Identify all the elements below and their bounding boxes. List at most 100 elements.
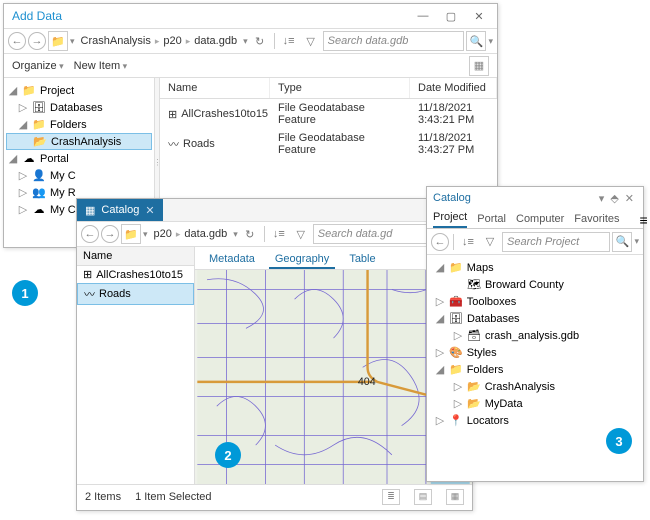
tree-node-gdb[interactable]: ▷🗃crash_analysis.gdb (431, 327, 639, 344)
folder-link-icon: 📂 (33, 135, 47, 148)
cloud-icon: ☁ (22, 152, 36, 165)
tree-node-project[interactable]: ◢📁Project (6, 82, 152, 99)
tree-node-crashanalysis[interactable]: ▷📂CrashAnalysis (431, 378, 639, 395)
sort-button[interactable]: ↓≡ (279, 31, 299, 51)
view-tiles-button[interactable]: ▦ (469, 56, 489, 76)
search-input[interactable]: Search data.gdb (323, 31, 465, 51)
close-pane-button[interactable]: ✕ (622, 192, 637, 205)
pane-titlebar: Catalog ▾ ⬘ ✕ (427, 187, 643, 209)
tree-node-myc[interactable]: ▷👤My C (6, 167, 152, 184)
filter-button[interactable]: ▽ (480, 232, 500, 252)
folder-icon: 📁 (22, 84, 36, 97)
toolbox-icon: 🧰 (449, 295, 463, 308)
database-icon: 🗄 (32, 101, 46, 114)
pane-title: Catalog (433, 192, 471, 204)
new-item-menu[interactable]: New Item (74, 60, 128, 72)
tab-project[interactable]: Project (433, 211, 467, 228)
list-item[interactable]: ⊞AllCrashes10to15 (77, 266, 194, 283)
organize-menu[interactable]: Organize (12, 60, 64, 72)
table-row[interactable]: ⊞AllCrashes10to15 File Geodatabase Featu… (160, 99, 497, 129)
tree-node-crashanalysis[interactable]: 📂CrashAnalysis (6, 133, 152, 150)
tree-node-mydata[interactable]: ▷📂MyData (431, 395, 639, 412)
refresh-button[interactable]: ↻ (250, 31, 270, 51)
window-title: Add Data (8, 9, 409, 23)
tree-node-styles[interactable]: ▷🎨Styles (431, 344, 639, 361)
catalog-toolbar: ← → 📁 ▾ p20▸ data.gdb ▾ ↻ ↓≡ ▽ Search da… (77, 221, 472, 247)
filter-button[interactable]: ▽ (291, 224, 311, 244)
tab-favorites[interactable]: Favorites (574, 213, 619, 228)
breadcrumb-part[interactable]: CrashAnalysis (81, 35, 151, 47)
forward-button[interactable]: → (28, 32, 46, 50)
dropdown-button[interactable]: ▾ (596, 192, 608, 205)
database-icon: 🗄 (449, 312, 463, 325)
breadcrumb[interactable]: p20▸ data.gdb (150, 228, 232, 240)
refresh-button[interactable]: ↻ (240, 224, 260, 244)
up-button[interactable]: 📁 (48, 31, 68, 51)
col-name[interactable]: Name (160, 78, 270, 98)
breadcrumb-part[interactable]: data.gdb (194, 35, 237, 47)
breadcrumb-part[interactable]: p20 (163, 35, 181, 47)
close-button[interactable]: ✕ (465, 6, 493, 26)
up-button[interactable]: 📁 (121, 224, 141, 244)
minimize-button[interactable]: — (409, 6, 437, 26)
tree-node-maps[interactable]: ◢📁Maps (431, 259, 639, 276)
tree-node-databases[interactable]: ◢🗄Databases (431, 310, 639, 327)
list-item[interactable]: 〰Roads (77, 283, 194, 305)
close-tab-button[interactable]: ✕ (145, 204, 154, 217)
search-go-button[interactable]: 🔍 (466, 31, 486, 51)
menu-button[interactable] (640, 212, 648, 228)
back-button[interactable]: ← (8, 32, 26, 50)
project-tree[interactable]: ◢📁Maps 🗺Broward County ▷🧰Toolboxes ◢🗄Dat… (427, 255, 643, 433)
tab-computer[interactable]: Computer (516, 213, 564, 228)
sort-button[interactable]: ↓≡ (458, 232, 478, 252)
locator-icon: 📍 (449, 414, 463, 427)
filter-button[interactable]: ▽ (301, 31, 321, 51)
item-list: Name ⊞AllCrashes10to15 〰Roads (77, 247, 195, 484)
forward-button[interactable]: → (101, 225, 119, 243)
search-input[interactable]: Search Project (502, 232, 610, 252)
view-tiles-button[interactable]: ▦ (446, 489, 464, 505)
styles-icon: 🎨 (449, 346, 463, 359)
sort-button[interactable]: ↓≡ (269, 224, 289, 244)
breadcrumb-part[interactable]: p20 (154, 228, 172, 240)
tab-geography[interactable]: Geography (269, 251, 335, 269)
tree-node-broward[interactable]: 🗺Broward County (431, 276, 639, 293)
catalog-view: ▦ Catalog ✕ ← → 📁 ▾ p20▸ data.gdb ▾ ↻ ↓≡… (76, 198, 473, 511)
nav-toolbar: ← → 📁 ▾ CrashAnalysis▸ p20▸ data.gdb ▾ ↻… (4, 28, 497, 54)
folder-icon: 📁 (32, 118, 46, 131)
folder-link-icon: 📂 (467, 380, 481, 393)
gdb-icon: 🗃 (467, 329, 481, 342)
tab-table[interactable]: Table (343, 251, 381, 269)
pane-tabs: Project Portal Computer Favorites (427, 209, 643, 229)
maximize-button[interactable]: ▢ (437, 6, 465, 26)
view-list-button[interactable]: ≣ (382, 489, 400, 505)
search-go-button[interactable]: 🔍 (612, 232, 632, 252)
col-name[interactable]: Name (77, 247, 194, 266)
back-button[interactable]: ← (81, 225, 99, 243)
catalog-icon: ▦ (85, 204, 95, 217)
tree-node-portal[interactable]: ◢☁Portal (6, 150, 152, 167)
tree-node-locators[interactable]: ▷📍Locators (431, 412, 639, 429)
tab-portal[interactable]: Portal (477, 213, 506, 228)
col-type[interactable]: Type (270, 78, 410, 98)
tree-node-databases[interactable]: ▷🗄Databases (6, 99, 152, 116)
folder-link-icon: 📂 (467, 397, 481, 410)
back-button[interactable]: ← (431, 233, 449, 251)
tree-node-folders[interactable]: ◢📁Folders (431, 361, 639, 378)
breadcrumb-part[interactable]: data.gdb (184, 228, 227, 240)
status-count: 2 Items (85, 491, 121, 503)
col-date[interactable]: Date Modified (410, 78, 497, 98)
feature-icon: ⊞ (168, 108, 177, 121)
tree-node-folders[interactable]: ◢📁Folders (6, 116, 152, 133)
callout-badge-2: 2 (215, 442, 241, 468)
tab-metadata[interactable]: Metadata (203, 251, 261, 269)
tree-node-toolboxes[interactable]: ▷🧰Toolboxes (431, 293, 639, 310)
pin-button[interactable]: ⬘ (607, 192, 621, 205)
catalog-tab[interactable]: ▦ Catalog ✕ (77, 199, 163, 221)
breadcrumb[interactable]: CrashAnalysis▸ p20▸ data.gdb (77, 35, 242, 47)
view-columns-button[interactable]: ▤ (414, 489, 432, 505)
table-row[interactable]: 〰Roads File Geodatabase Feature 11/18/20… (160, 129, 497, 159)
callout-badge-3: 3 (606, 428, 632, 454)
titlebar: Add Data — ▢ ✕ (4, 4, 497, 28)
list-header[interactable]: Name Type Date Modified (160, 78, 497, 99)
